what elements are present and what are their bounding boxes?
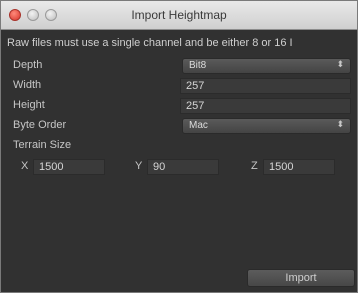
depth-value: Bit8: [189, 60, 207, 71]
height-label: Height: [13, 99, 45, 111]
dialog-content: Raw files must use a single channel and …: [1, 29, 357, 292]
terrain-size-x-value: 1500: [39, 161, 64, 173]
width-label: Width: [13, 79, 42, 91]
y-axis-label: Y: [135, 160, 143, 172]
height-value: 257: [186, 100, 205, 112]
dropdown-arrow-icon: ⬍: [336, 59, 344, 69]
terrain-size-z-value: 1500: [269, 161, 294, 173]
x-axis-label: X: [21, 160, 29, 172]
z-axis-label: Z: [251, 160, 258, 172]
height-field[interactable]: 257: [180, 98, 351, 114]
terrain-size-label: Terrain Size: [13, 139, 72, 151]
terrain-size-z-field[interactable]: 1500: [263, 159, 335, 175]
byte-order-value: Mac: [189, 120, 208, 131]
width-field[interactable]: 257: [180, 78, 351, 94]
terrain-size-y-field[interactable]: 90: [147, 159, 219, 175]
byte-order-dropdown[interactable]: Mac ⬍: [182, 118, 351, 134]
title-bar[interactable]: Import Heightmap: [1, 1, 357, 30]
width-value: 257: [186, 80, 205, 92]
depth-row: Depth Bit8 ⬍: [7, 57, 351, 75]
depth-dropdown[interactable]: Bit8 ⬍: [182, 58, 351, 74]
height-row: Height 257: [7, 97, 351, 115]
raw-format-notice: Raw files must use a single channel and …: [7, 37, 293, 49]
terrain-size-x-field[interactable]: 1500: [33, 159, 105, 175]
dropdown-arrow-icon: ⬍: [336, 119, 344, 129]
byte-order-label: Byte Order: [13, 119, 67, 131]
width-row: Width 257: [7, 77, 351, 95]
terrain-size-y-value: 90: [153, 161, 166, 173]
import-heightmap-window: Import Heightmap Raw files must use a si…: [0, 0, 358, 293]
byte-order-row: Byte Order Mac ⬍: [7, 117, 351, 135]
depth-label: Depth: [13, 59, 43, 71]
terrain-size-row: X 1500 Y 90 Z 1500: [7, 158, 351, 176]
window-title: Import Heightmap: [131, 8, 227, 22]
import-button[interactable]: Import: [247, 269, 355, 287]
